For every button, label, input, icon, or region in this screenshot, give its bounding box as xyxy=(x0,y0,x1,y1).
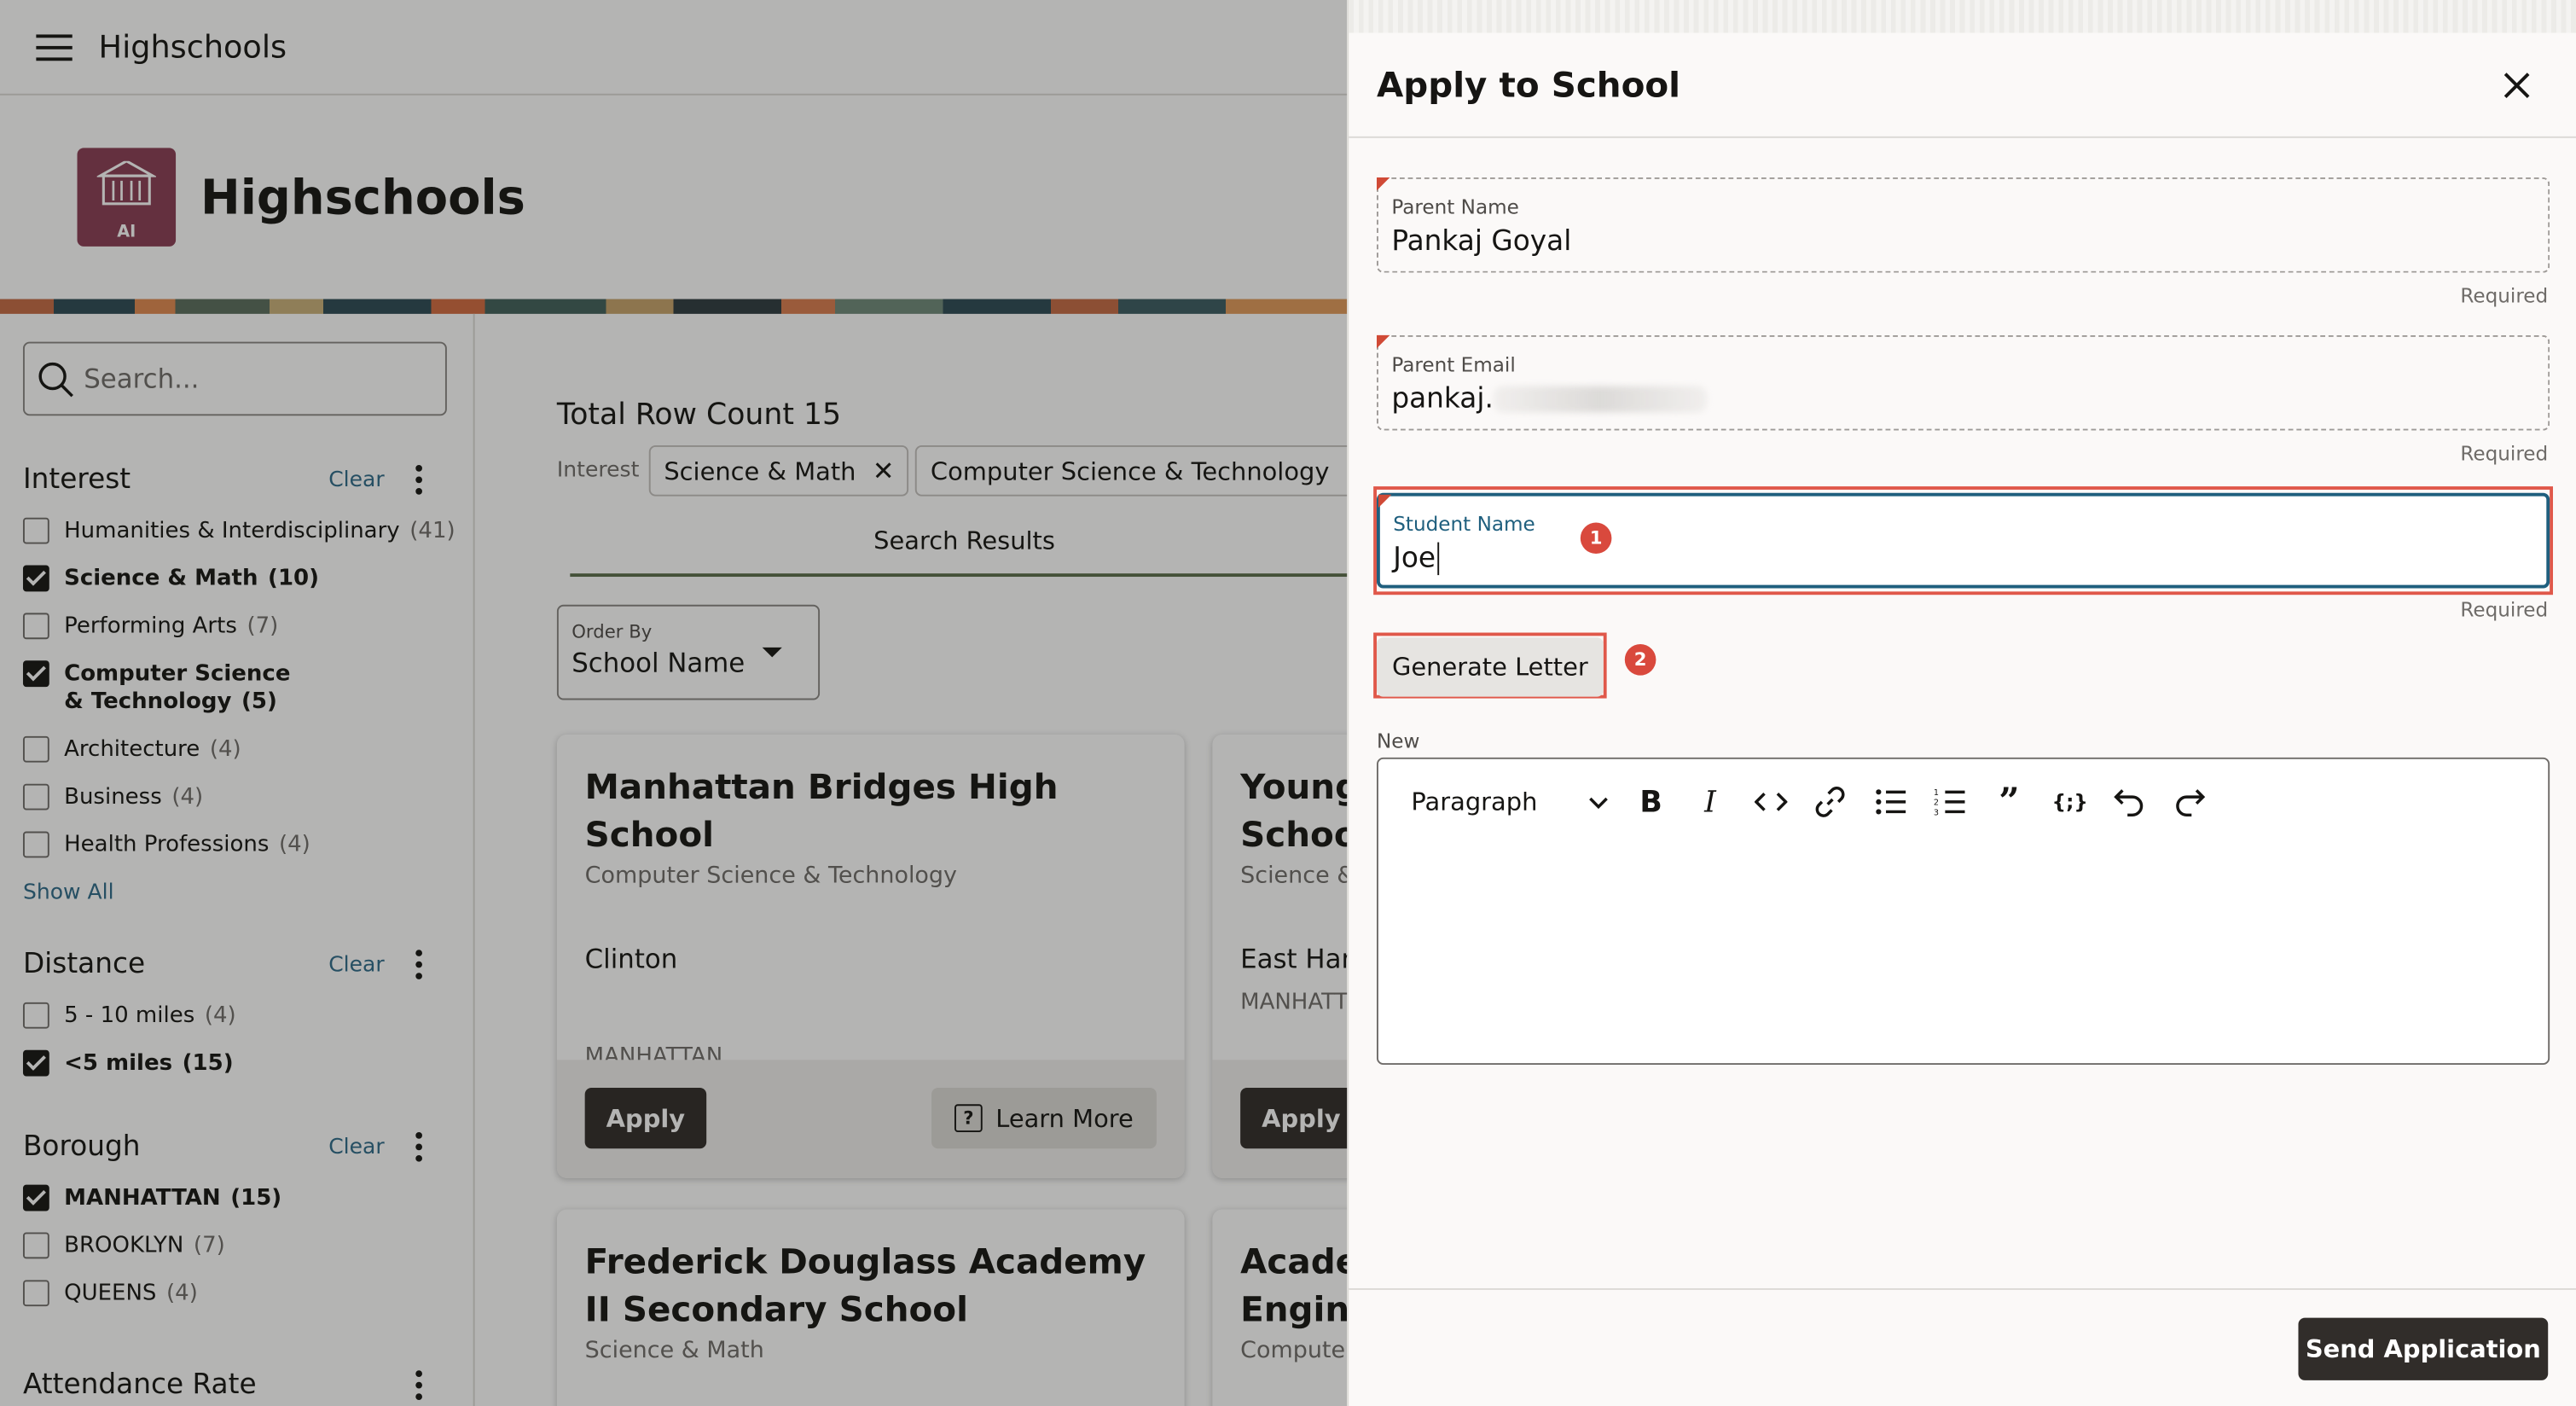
drawer-footer: Send Application xyxy=(1349,1287,2576,1406)
numbered-list-icon[interactable]: 123 xyxy=(1930,784,1970,820)
field-label: Parent Email xyxy=(1391,353,1516,377)
italic-icon[interactable]: I xyxy=(1692,784,1728,820)
undo-icon[interactable] xyxy=(2109,784,2149,820)
svg-text:1: 1 xyxy=(1934,788,1939,798)
redacted-mask xyxy=(1493,386,1708,413)
block-format-select[interactable]: Paragraph xyxy=(1411,784,1608,820)
chevron-down-icon xyxy=(1589,797,1608,810)
required-flag-icon xyxy=(1376,334,1390,349)
required-hint: Required xyxy=(2460,284,2549,308)
rich-text-editor[interactable]: Paragraph B I 123 ” {;} xyxy=(1376,757,2550,1066)
bulleted-list-icon[interactable] xyxy=(1871,784,1911,820)
main-app: Highschools AI Highschools Search... Int… xyxy=(0,0,1348,1406)
viewport: Highschools AI Highschools Search... Int… xyxy=(0,0,2576,1406)
send-application-button[interactable]: Send Application xyxy=(2298,1317,2549,1380)
drawer-header: Apply to School xyxy=(1349,33,2576,138)
required-flag-icon xyxy=(1378,494,1392,508)
field-value: pankaj. xyxy=(1391,382,2548,416)
editor-label: New xyxy=(1376,729,1420,753)
required-flag-icon xyxy=(1376,177,1390,191)
field-label: Student Name xyxy=(1393,512,1535,536)
drawer-title: Apply to School xyxy=(1376,65,1681,105)
link-icon[interactable] xyxy=(1810,784,1849,820)
code-icon[interactable] xyxy=(1751,784,1790,820)
block-format-label: Paragraph xyxy=(1411,787,1538,817)
annotation-badge: 1 xyxy=(1580,522,1612,555)
required-hint: Required xyxy=(2460,598,2549,622)
svg-text:2: 2 xyxy=(1934,799,1939,808)
parent-email-field[interactable]: Parent Email pankaj. xyxy=(1376,334,2550,431)
apply-drawer: Apply to School Parent Name Pankaj Goyal… xyxy=(1347,0,2576,1406)
parent-name-field[interactable]: Parent Name Pankaj Goyal xyxy=(1376,177,2550,273)
field-value: Pankaj Goyal xyxy=(1391,224,1572,259)
redo-icon[interactable] xyxy=(2170,784,2209,820)
text-cursor: ​ xyxy=(1437,542,1439,576)
blockquote-icon[interactable]: ” xyxy=(1989,781,2028,823)
student-name-value: Joe xyxy=(1393,542,1436,576)
bold-icon[interactable]: B xyxy=(1633,784,1668,820)
generate-letter-button[interactable]: Generate Letter xyxy=(1376,637,1604,697)
email-value: pankaj. xyxy=(1391,382,1494,416)
required-hint: Required xyxy=(2460,442,2549,466)
svg-text:3: 3 xyxy=(1934,808,1939,816)
field-label: Parent Name xyxy=(1391,195,1519,219)
modal-overlay[interactable] xyxy=(0,0,1348,1406)
field-value: Joe​ xyxy=(1393,542,2546,576)
close-icon[interactable] xyxy=(2500,69,2533,102)
code-block-icon[interactable]: {;} xyxy=(2049,784,2092,820)
student-name-field[interactable]: Student Name Joe​ xyxy=(1376,492,2550,589)
annotation-badge: 2 xyxy=(1624,643,1656,676)
drawer-texture xyxy=(1349,0,2576,33)
